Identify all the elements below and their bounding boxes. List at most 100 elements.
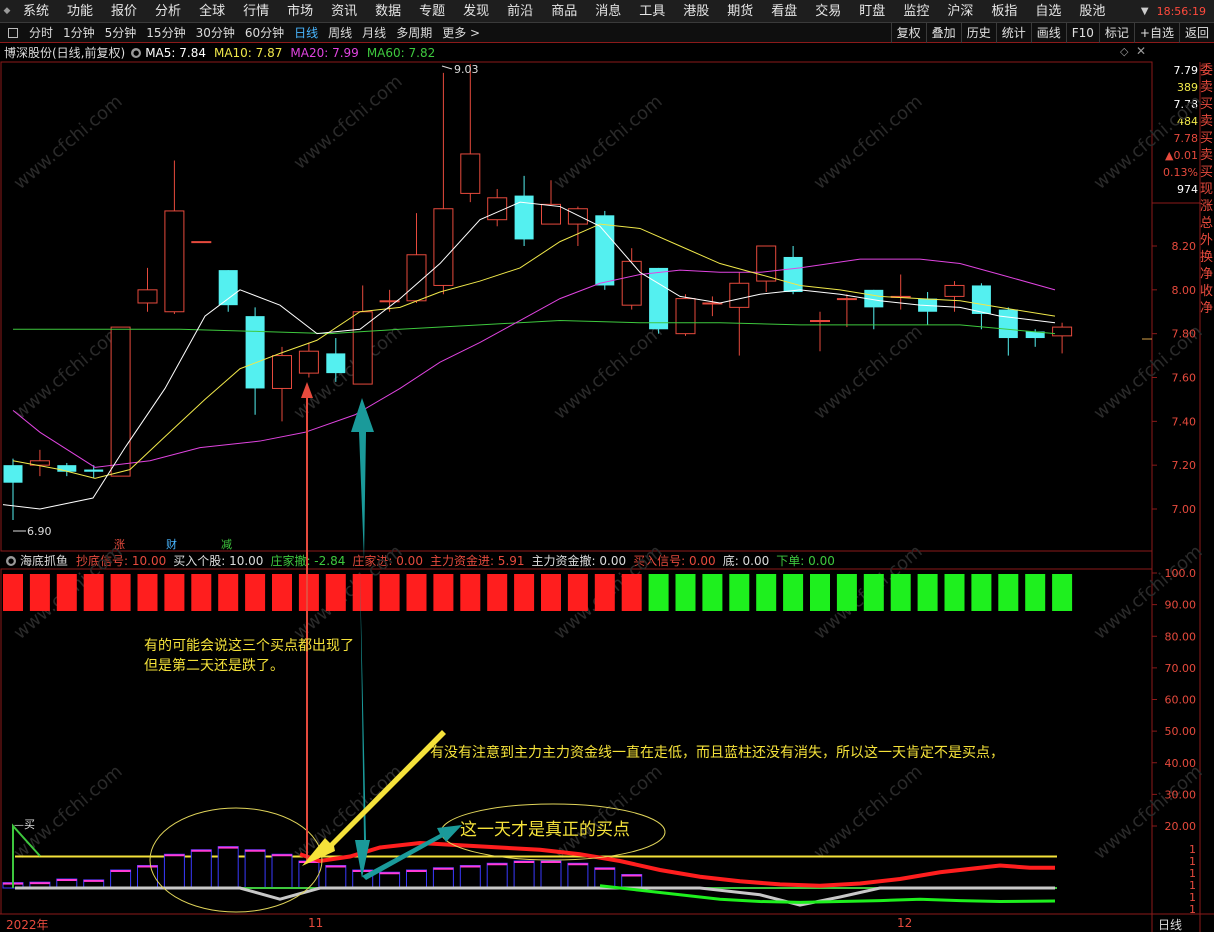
teal-arrow-down <box>355 570 370 878</box>
side-char-6: 买 <box>1200 165 1214 180</box>
main-axis-label-2: 7.80 <box>1172 328 1197 341</box>
watermark-14: www.cfchi.com <box>1090 541 1207 644</box>
ind-pink-cap-20 <box>541 861 561 863</box>
candle-body-20 <box>541 203 561 225</box>
ind-blue-bar-20 <box>540 860 562 889</box>
candle-body-30 <box>810 320 830 323</box>
ind-blue-bar-4 <box>110 869 132 889</box>
signal-bar-38 <box>1025 574 1046 611</box>
candle-body-16 <box>433 208 454 286</box>
side-char-7: 现 <box>1200 182 1214 197</box>
annotation-line-2: 但是第二天还是跌了。 <box>144 658 284 674</box>
signal-bar-13 <box>352 574 373 611</box>
signal-bar-12 <box>325 574 346 611</box>
period-indicator[interactable]: 日线 <box>1158 916 1182 932</box>
ind-blue-bar-23 <box>621 874 643 889</box>
ind-pink-cap-16 <box>433 867 454 870</box>
signal-bar-15 <box>406 574 427 611</box>
candle-body-24 <box>649 267 669 330</box>
ind-blue-bar-6 <box>163 853 185 889</box>
signal-bar-36 <box>971 574 992 611</box>
candle-body-27 <box>729 282 750 308</box>
ind-blue-bar-14 <box>379 871 401 889</box>
ind-pink-cap-10 <box>272 854 292 857</box>
signal-bar-24 <box>648 574 669 611</box>
buy-marker-dash: — <box>14 820 24 831</box>
ind-pink-cap-21 <box>567 863 588 866</box>
ind-axis-label-4: 60.00 <box>1165 694 1197 707</box>
ind-pink-cap-8 <box>218 846 239 849</box>
ind-blue-bar-16 <box>432 867 454 889</box>
main-axis-label-6: 7.00 <box>1172 503 1197 516</box>
watermark-7: www.cfchi.com <box>550 321 667 424</box>
stock-chart-app: ◆ 系统 功能 报价 分析 全球 行情 市场 资讯 数据 专题 发现 前沿 商品 消息 工具 港股 期货 看盘 交易… <box>0 0 1214 932</box>
signal-bar-32 <box>863 574 884 611</box>
signal-bar-9 <box>245 574 266 611</box>
ind-pink-cap-12 <box>325 865 346 868</box>
ind-blue-bar-21 <box>567 862 589 889</box>
signal-bar-21 <box>567 574 588 611</box>
ind-blue-bar-11 <box>298 860 320 889</box>
ind-pink-cap-19 <box>514 861 535 863</box>
event-marker-jian: 减 <box>221 538 232 551</box>
signal-bar-26 <box>702 574 723 611</box>
signal-bar-33 <box>890 574 911 611</box>
candle-body-36 <box>971 285 991 314</box>
ind-pink-cap-5 <box>137 865 158 868</box>
x-axis-december: 12 <box>897 916 913 930</box>
ind-blue-bar-18 <box>486 862 508 889</box>
annotation-main-funds: 有没有注意到主力主力资金线一直在走低，而且蓝柱还没有消失，所以这一天肯定不是买点… <box>430 745 1004 761</box>
side-char-11: 换 <box>1200 250 1214 265</box>
side-char-13: 收 <box>1200 284 1214 299</box>
ind-pink-cap-7 <box>191 849 212 852</box>
candle-body-17 <box>460 153 481 194</box>
side-char-9: 总 <box>1200 216 1214 231</box>
ind-white-line <box>15 886 1055 907</box>
watermark-4: www.cfchi.com <box>1090 91 1207 194</box>
signal-bar-4 <box>110 574 131 611</box>
candle-body-0 <box>3 465 23 483</box>
side-char-2: 买 <box>1200 97 1214 112</box>
signal-bar-29 <box>783 574 804 611</box>
event-marker-cai: 财 <box>166 537 177 551</box>
signal-bar-30 <box>810 574 830 611</box>
buy-marker-label: 买 <box>24 818 35 831</box>
candle-body-35 <box>944 284 965 297</box>
main-axis-label-5: 7.20 <box>1172 459 1197 472</box>
candle-body-37 <box>998 309 1018 339</box>
signal-bar-34 <box>917 574 938 611</box>
low-label: 6.90 <box>27 525 52 538</box>
side-char-8: 涨 <box>1200 199 1214 214</box>
side-char-4: 买 <box>1200 131 1214 146</box>
x-axis-year: 2022年 <box>6 918 49 932</box>
signal-bar-39 <box>1052 574 1073 611</box>
ind-pink-cap-17 <box>460 865 481 868</box>
candle-body-29 <box>783 256 803 293</box>
candle-body-5 <box>137 289 158 304</box>
ind-pink-cap-9 <box>245 849 266 852</box>
candle-body-12 <box>326 353 346 374</box>
watermark-17: www.cfchi.com <box>550 761 667 864</box>
candle-body-3 <box>84 469 104 472</box>
candle-body-10 <box>272 355 292 389</box>
candle-body-6 <box>164 210 185 313</box>
ind-pink-cap-4 <box>110 870 131 872</box>
ind-pink-cap-22 <box>594 867 615 870</box>
side-char-1: 卖 <box>1200 80 1214 95</box>
signal-bar-11 <box>298 574 319 611</box>
main-axis-label-3: 7.60 <box>1172 372 1197 385</box>
ind-axis-label-5: 50.00 <box>1165 725 1197 738</box>
ind-blue-bar-10 <box>271 853 293 889</box>
chart-canvas: www.cfchi.com www.cfchi.com www.cfchi.com w… <box>0 61 1214 932</box>
side-panel-text: 委卖买卖买卖买现涨总外换净收净 <box>1200 62 1214 317</box>
ind-axis-label-2: 80.00 <box>1165 630 1197 643</box>
ind-axis-label-8: 20.00 <box>1165 820 1197 833</box>
ma60-line <box>13 320 1056 335</box>
candle-body-31 <box>836 298 857 301</box>
ind-pink-cap-18 <box>487 863 508 866</box>
main-axis-label-4: 7.40 <box>1172 415 1197 428</box>
candle-body-39 <box>1052 326 1073 337</box>
ind-pink-cap-15 <box>406 870 427 872</box>
signal-bar-8 <box>218 574 239 611</box>
candle-body-8 <box>218 270 238 306</box>
